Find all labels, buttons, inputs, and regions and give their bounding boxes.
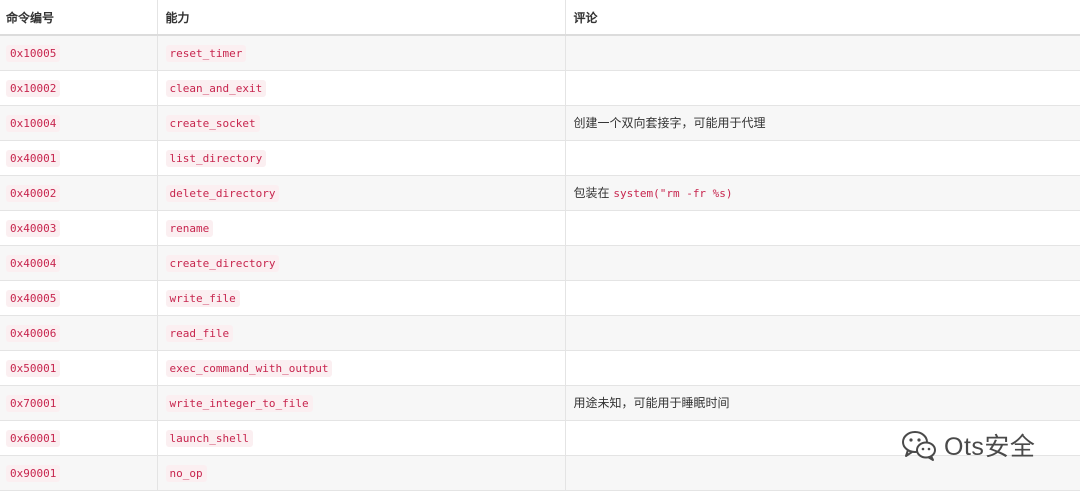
- table-row: 0x10005 reset_timer: [0, 35, 1080, 71]
- capability-cell: list_directory: [157, 140, 566, 176]
- command-id-cell: 0x40004: [0, 245, 158, 281]
- capability-name: exec_command_with_output: [165, 359, 333, 377]
- comment-cell: 包装在 system("rm -fr %s): [565, 175, 1080, 211]
- command-id: 0x40004: [6, 254, 61, 272]
- command-id: 0x70001: [6, 394, 61, 412]
- capability-name: write_integer_to_file: [165, 394, 313, 412]
- command-id: 0x60001: [6, 429, 61, 447]
- command-id-cell: 0x60001: [0, 420, 158, 456]
- header-capability: 能力: [157, 0, 566, 36]
- table-header: 命令编号 能力 评论: [0, 0, 1080, 36]
- comment-cell: [565, 245, 1080, 281]
- table-row: 0x40003 rename: [0, 210, 1080, 246]
- capability-cell: rename: [157, 210, 566, 246]
- command-id: 0x10004: [6, 114, 61, 132]
- capability-cell: create_directory: [157, 245, 566, 281]
- header-row: 命令编号 能力 评论: [0, 0, 1080, 36]
- command-id-cell: 0x40001: [0, 140, 158, 176]
- comment-cell: 用途未知，可能用于睡眠时间: [565, 385, 1080, 421]
- table-row: 0x40002 delete_directory 包装在 system("rm -f…: [0, 175, 1080, 211]
- command-id: 0x40005: [6, 289, 61, 307]
- capability-name: launch_shell: [165, 429, 253, 447]
- command-id-cell: 0x70001: [0, 385, 158, 421]
- capability-cell: clean_and_exit: [157, 70, 566, 106]
- command-id-cell: 0x40003: [0, 210, 158, 246]
- capability-name: delete_directory: [165, 184, 280, 202]
- command-id-cell: 0x10002: [0, 70, 158, 106]
- comment-cell: [565, 350, 1080, 386]
- command-id: 0x40006: [6, 324, 61, 342]
- capability-cell: read_file: [157, 315, 566, 351]
- comment-cell: [565, 280, 1080, 316]
- comment-cell: [565, 315, 1080, 351]
- header-command-id: 命令编号: [0, 0, 158, 36]
- capability-name: read_file: [165, 324, 234, 342]
- command-id: 0x40001: [6, 149, 61, 167]
- table-body: 0x10005 reset_timer 0x10002 clean_and_exit 0…: [0, 35, 1080, 491]
- table-row: 0x90001 no_op: [0, 455, 1080, 491]
- comment-cell: 创建一个双向套接字，可能用于代理: [565, 105, 1080, 141]
- command-id: 0x40003: [6, 219, 61, 237]
- command-id: 0x10002: [6, 79, 61, 97]
- command-id: 0x40002: [6, 184, 61, 202]
- capability-name: create_directory: [165, 254, 280, 272]
- command-id-cell: 0x40002: [0, 175, 158, 211]
- capability-cell: reset_timer: [157, 35, 566, 71]
- command-id: 0x10005: [6, 44, 61, 62]
- capability-name: list_directory: [165, 149, 267, 167]
- capability-cell: delete_directory: [157, 175, 566, 211]
- capability-cell: create_socket: [157, 105, 566, 141]
- comment-cell: [565, 35, 1080, 71]
- command-id-cell: 0x40005: [0, 280, 158, 316]
- comment-cell: [565, 140, 1080, 176]
- comment-text: 用途未知，可能用于睡眠时间: [573, 396, 730, 410]
- capability-name: create_socket: [165, 114, 260, 132]
- table-row: 0x50001 exec_command_with_output: [0, 350, 1080, 386]
- comment-text: 创建一个双向套接字，可能用于代理: [573, 116, 766, 130]
- capability-name: clean_and_exit: [165, 79, 267, 97]
- capability-name: no_op: [165, 464, 207, 482]
- command-id-cell: 0x10005: [0, 35, 158, 71]
- capability-cell: no_op: [157, 455, 566, 491]
- capability-name: reset_timer: [165, 44, 247, 62]
- table-row: 0x40006 read_file: [0, 315, 1080, 351]
- capability-name: write_file: [165, 289, 240, 307]
- command-table: 命令编号 能力 评论 0x10005 reset_timer 0x10002 clea…: [0, 0, 1080, 491]
- table-row: 0x10002 clean_and_exit: [0, 70, 1080, 106]
- table-row: 0x40005 write_file: [0, 280, 1080, 316]
- command-id: 0x90001: [6, 464, 61, 482]
- comment-text: 包装在: [573, 186, 610, 200]
- capability-name: rename: [165, 219, 214, 237]
- command-id: 0x50001: [6, 359, 61, 377]
- table-row: 0x40004 create_directory: [0, 245, 1080, 281]
- comment-cell: [565, 420, 1080, 456]
- comment-cell: [565, 210, 1080, 246]
- table-row: 0x60001 launch_shell: [0, 420, 1080, 456]
- capability-cell: write_file: [157, 280, 566, 316]
- comment-cell: [565, 70, 1080, 106]
- comment-cell: [565, 455, 1080, 491]
- table-row: 0x70001 write_integer_to_file 用途未知，可能用于睡眠时…: [0, 385, 1080, 421]
- command-id-cell: 0x50001: [0, 350, 158, 386]
- comment-code: system("rm -fr %s): [613, 187, 733, 200]
- command-id-cell: 0x10004: [0, 105, 158, 141]
- capability-cell: launch_shell: [157, 420, 566, 456]
- table-row: 0x10004 create_socket 创建一个双向套接字，可能用于代理: [0, 105, 1080, 141]
- header-comment: 评论: [565, 0, 1080, 36]
- table-row: 0x40001 list_directory: [0, 140, 1080, 176]
- capability-cell: exec_command_with_output: [157, 350, 566, 386]
- command-id-cell: 0x90001: [0, 455, 158, 491]
- command-id-cell: 0x40006: [0, 315, 158, 351]
- capability-cell: write_integer_to_file: [157, 385, 566, 421]
